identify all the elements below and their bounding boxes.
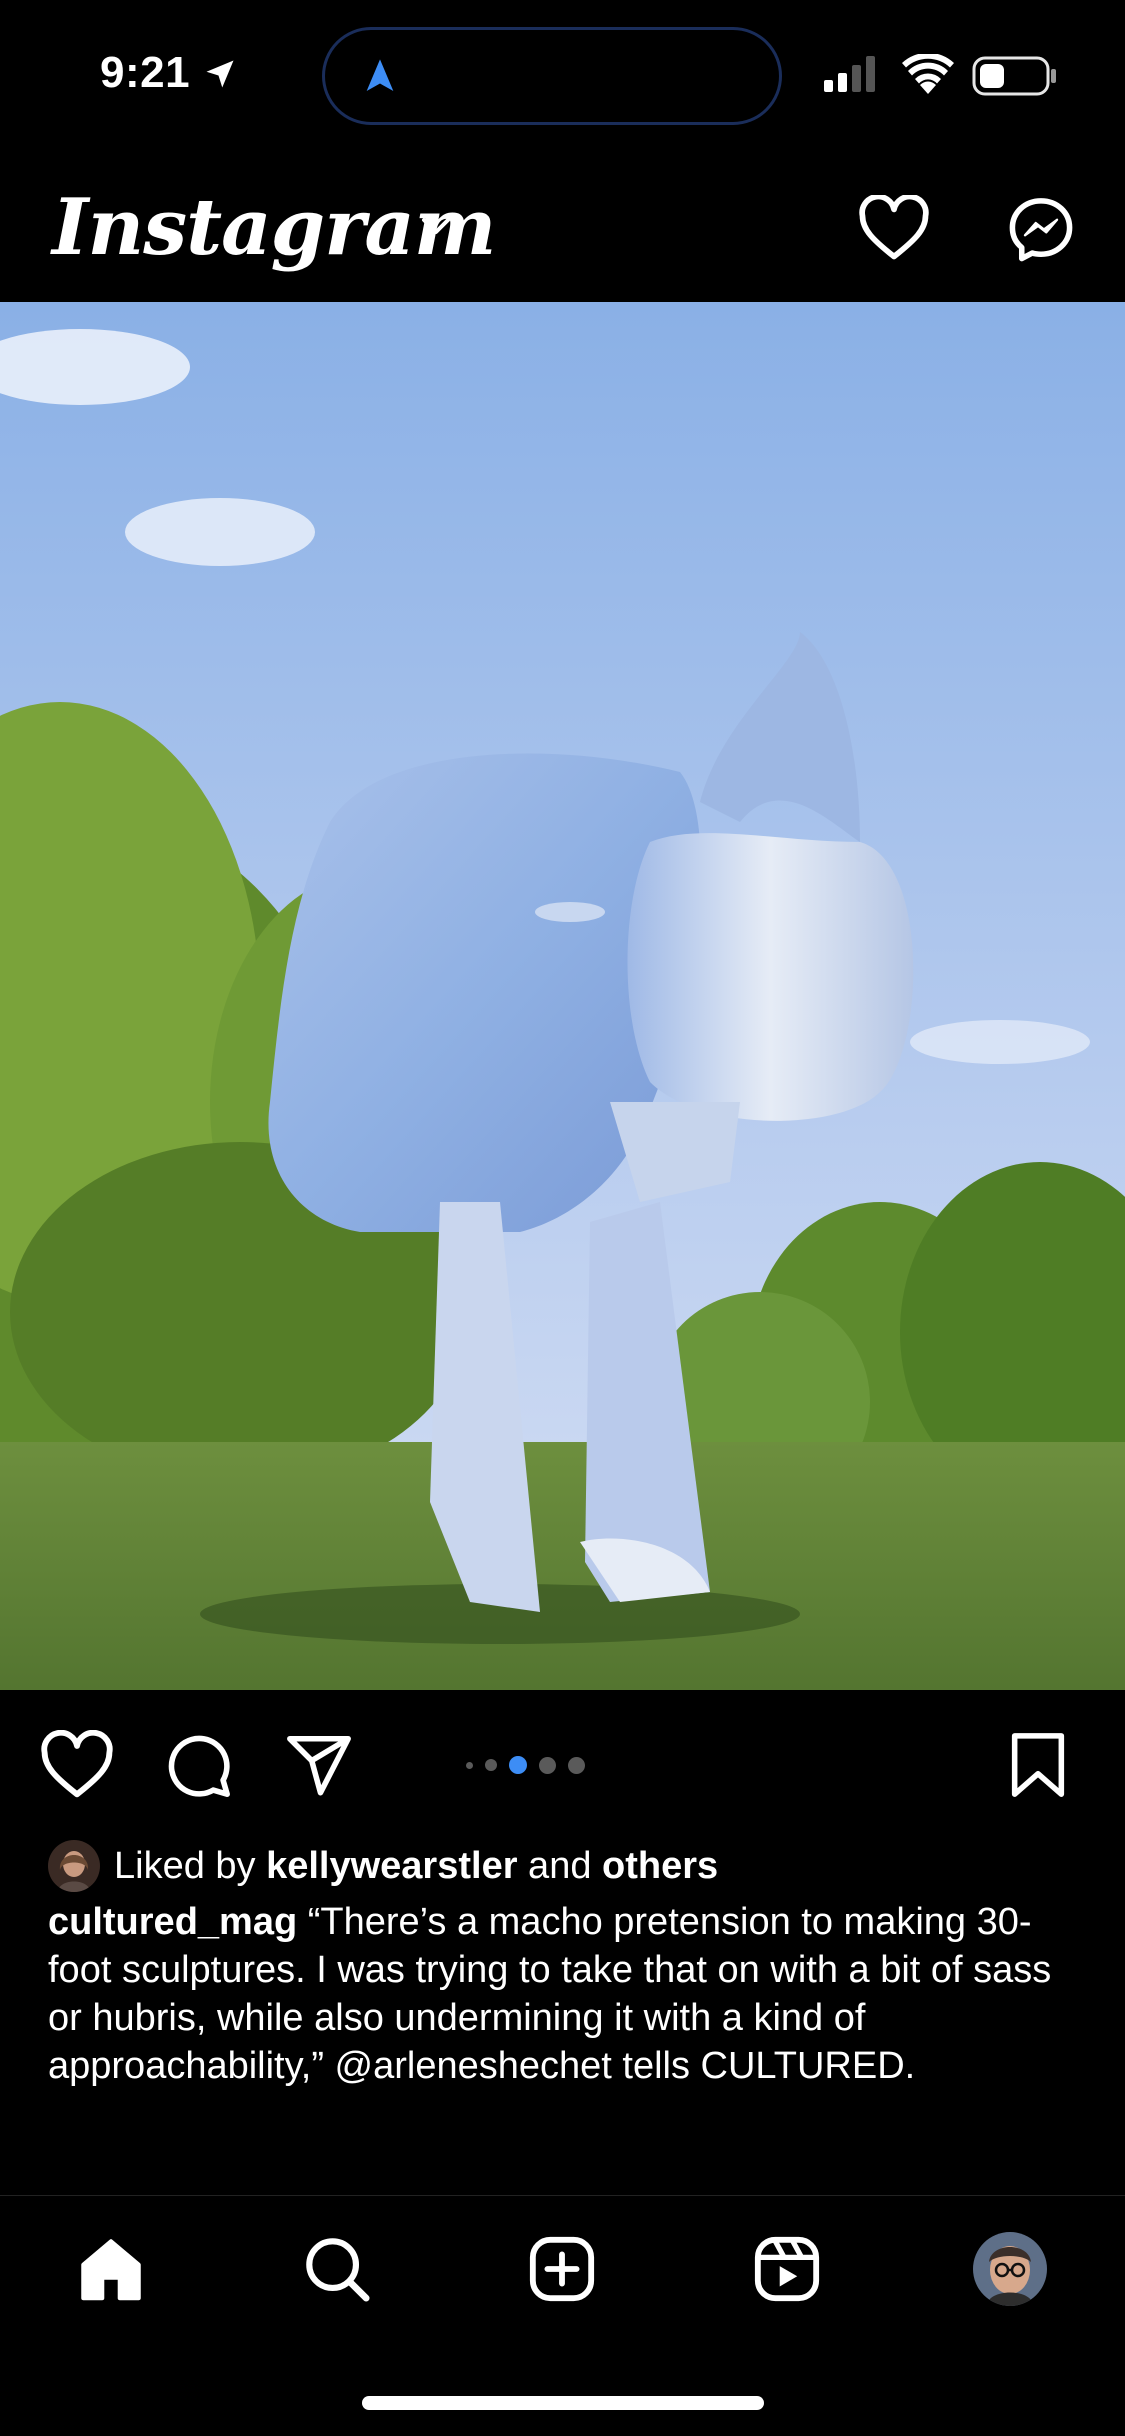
liker-username[interactable]: kellywearstler [266, 1845, 517, 1888]
dynamic-island[interactable] [322, 27, 782, 125]
navigation-arrow-icon [366, 59, 394, 91]
search-icon[interactable] [302, 2234, 372, 2304]
share-send-icon[interactable] [284, 1730, 354, 1800]
status-bar: 9:21 [0, 0, 1125, 150]
reels-icon[interactable] [752, 2234, 822, 2304]
chevron-down-icon[interactable] [420, 214, 452, 238]
caption-username[interactable]: cultured_mag [48, 1901, 297, 1943]
like-heart-icon[interactable] [40, 1730, 114, 1800]
carousel-dot [568, 1756, 585, 1774]
carousel-dot [485, 1759, 497, 1771]
carousel-dot [539, 1756, 556, 1774]
home-icon[interactable] [76, 2234, 146, 2304]
likes-prefix: Liked by [114, 1844, 267, 1887]
status-time: 9:21 [100, 48, 191, 97]
post-actions [0, 1690, 1125, 1840]
likes-others-link[interactable]: others [602, 1845, 718, 1888]
post-photo[interactable] [0, 302, 1125, 1690]
location-arrow-icon [206, 60, 234, 88]
likes-line: Liked by kellywearstler and others [48, 1838, 718, 1894]
bookmark-icon[interactable] [1008, 1730, 1068, 1800]
profile-avatar[interactable] [973, 2232, 1047, 2306]
post-caption: cultured_mag “There’s a macho pretension… [48, 1898, 1078, 2090]
wifi-icon [902, 54, 954, 94]
create-post-icon[interactable] [527, 2234, 597, 2304]
battery-icon [972, 56, 1056, 96]
app-header: Instagram [0, 150, 1125, 302]
likes-middle: and [517, 1844, 603, 1887]
liker-avatar[interactable] [48, 1840, 100, 1892]
signal-icon [824, 56, 875, 92]
carousel-dot-active [509, 1756, 527, 1774]
comment-icon[interactable] [163, 1730, 233, 1800]
heart-icon[interactable] [858, 195, 930, 261]
carousel-indicator [466, 1756, 585, 1774]
post-image [0, 302, 1125, 1690]
carousel-dot [466, 1761, 473, 1769]
home-indicator[interactable] [362, 2396, 764, 2410]
bottom-tab-bar [0, 2195, 1125, 2356]
messenger-icon[interactable] [1006, 195, 1076, 265]
